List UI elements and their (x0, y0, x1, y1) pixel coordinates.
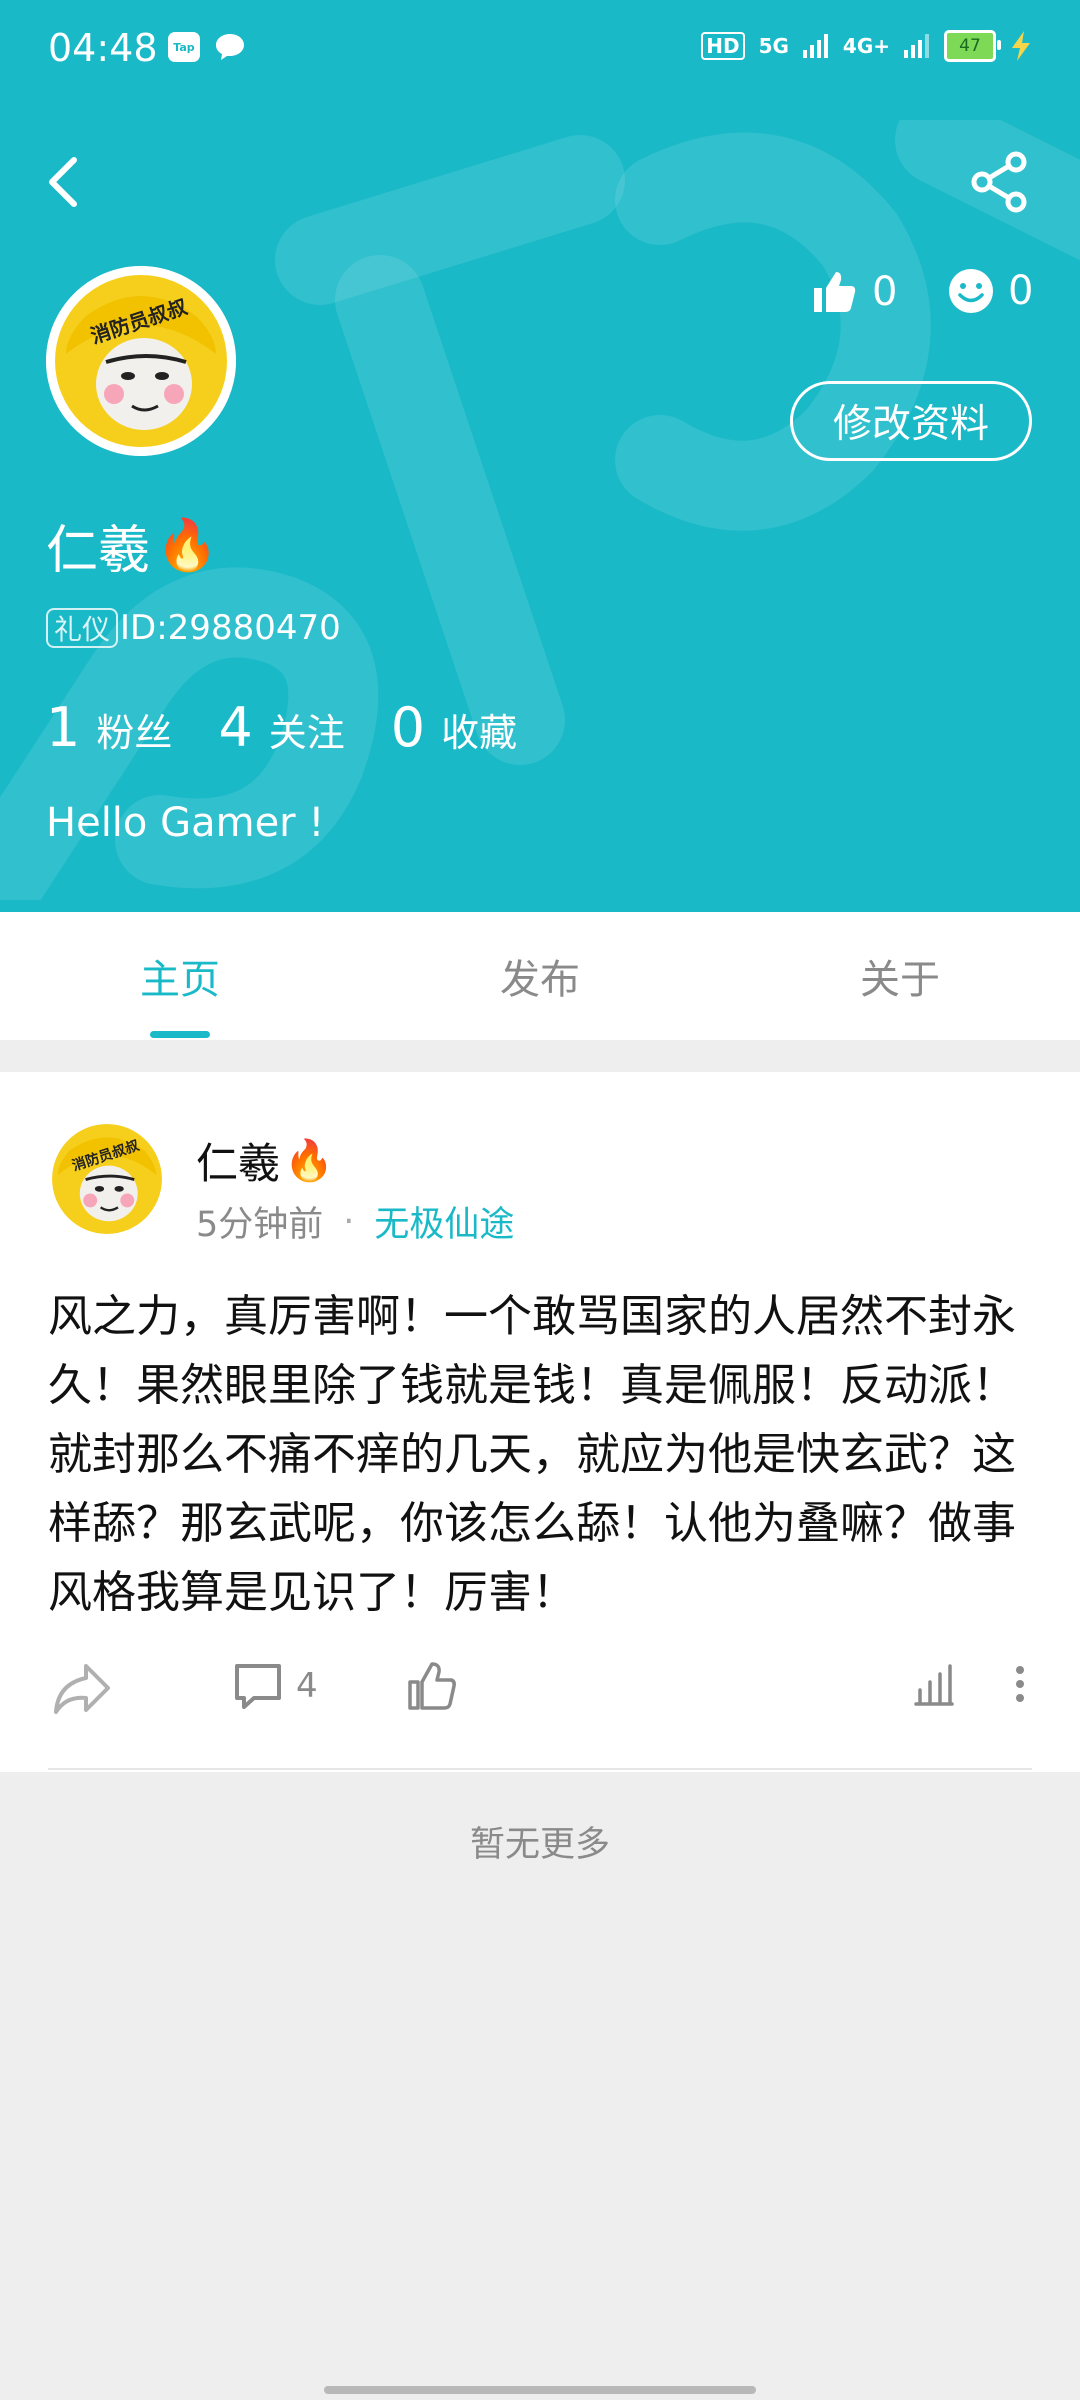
meta-separator: · (343, 1201, 355, 1242)
likes-stat[interactable]: 0 (810, 268, 897, 316)
likes-count: 0 (872, 269, 898, 315)
post-author[interactable]: 仁羲 🔥 (196, 1130, 334, 1191)
signal-icon (802, 34, 828, 58)
tab-posts[interactable]: 发布 (360, 912, 720, 1040)
profile-avatar[interactable]: 消防员叔叔 (46, 266, 236, 456)
smiles-stat[interactable]: 0 (948, 268, 1033, 314)
tab-about[interactable]: 关于 (720, 912, 1080, 1040)
firefighter-avatar-image: 消防员叔叔 (46, 266, 236, 456)
fans-count-item[interactable]: 1 粉丝 (46, 696, 172, 759)
fire-emoji-icon: 🔥 (156, 516, 219, 574)
etiquette-badge[interactable]: 礼仪 (46, 608, 119, 648)
username-text: 仁羲 (46, 521, 151, 581)
battery-icon: 47 (944, 30, 1001, 62)
tab-posts-label: 发布 (500, 957, 580, 1003)
smile-icon (949, 269, 993, 313)
profile-id: ID:29880470 (120, 608, 341, 648)
stats-icon (914, 1664, 954, 1706)
status-time: 04:48 (48, 26, 158, 70)
profile-counts: 1 粉丝 4 关注 0 收藏 (46, 696, 563, 759)
profile-bio: Hello Gamer ! (46, 800, 325, 846)
post-time: 5分钟前 (196, 1205, 324, 1245)
collection-count: 0 (390, 696, 426, 759)
forward-button[interactable] (52, 1660, 112, 1716)
taptap-notification-icon: Tap (168, 32, 200, 62)
comment-button[interactable]: 4 (232, 1660, 318, 1712)
more-button[interactable] (1010, 1660, 1030, 1708)
charging-icon (1012, 31, 1030, 61)
active-tab-indicator (150, 1031, 210, 1038)
following-label: 关注 (268, 711, 345, 755)
edit-profile-button[interactable]: 修改资料 (790, 381, 1032, 461)
post-card[interactable]: 消防员叔叔 仁羲 🔥 5分钟前 · 无极仙途 风之力，真厉害啊！一个敢骂国家的人… (0, 1072, 1080, 1772)
collection-label: 收藏 (441, 711, 518, 755)
following-count: 4 (218, 696, 253, 759)
tab-home-label: 主页 (140, 957, 220, 1003)
comment-count: 4 (296, 1666, 318, 1706)
comment-icon (235, 1664, 281, 1709)
like-button[interactable] (406, 1660, 458, 1712)
tab-about-label: 关于 (860, 957, 940, 1003)
fans-count: 1 (46, 696, 81, 759)
thumbs-up-icon (814, 272, 856, 312)
fans-label: 粉丝 (96, 711, 173, 755)
hd-indicator: HD (701, 32, 745, 60)
post-game-link[interactable]: 无极仙途 (374, 1196, 514, 1247)
profile-id-row: 礼仪 ID:29880470 (46, 608, 341, 648)
post-divider (48, 1768, 1032, 1770)
home-indicator-bar[interactable] (324, 2386, 756, 2394)
profile-tabs: 主页 发布 关于 (0, 912, 1080, 1040)
share-button[interactable] (968, 150, 1032, 214)
post-body[interactable]: 风之力，真厉害啊！一个敢骂国家的人居然不封永久！果然眼里除了钱就是钱！真是佩服！… (48, 1282, 1038, 1627)
smiles-count: 0 (1008, 268, 1034, 314)
tab-home[interactable]: 主页 (0, 912, 360, 1040)
post-author-name: 仁羲 (196, 1139, 281, 1188)
no-more-text: 暂无更多 (469, 1825, 610, 1865)
collection-count-item[interactable]: 0 收藏 (391, 696, 517, 759)
fire-emoji-icon: 🔥 (284, 1138, 334, 1184)
back-button[interactable] (40, 150, 90, 214)
profile-username: 仁羲 🔥 (46, 508, 218, 583)
post-actions: 4 (0, 1660, 1080, 1740)
following-count-item[interactable]: 4 关注 (218, 696, 344, 759)
status-system-icons: HD 5G 4G+ 47 (701, 30, 1032, 62)
signal-icon-2 (904, 34, 929, 58)
stats-button[interactable] (912, 1660, 956, 1708)
firefighter-avatar-image: 消防员叔叔 (52, 1124, 162, 1234)
profile-header: 04:48 Tap HD 5G 4G+ 47 消防员叔叔 0 0 修改资料 仁羲… (0, 0, 1080, 912)
post-meta: 5分钟前 · 无极仙途 (196, 1196, 514, 1247)
post-author-avatar[interactable]: 消防员叔叔 (52, 1124, 162, 1234)
chat-bubble-icon (216, 34, 244, 60)
share-icon (971, 151, 1027, 213)
status-notification-icons: Tap (168, 32, 246, 62)
status-bar: 04:48 Tap HD 5G 4G+ 47 (0, 0, 1080, 100)
network-4g-label: 4G+ (842, 34, 890, 58)
back-arrow-icon (49, 157, 77, 207)
thumbs-up-outline-icon (408, 1662, 456, 1710)
network-5g-label: 5G (758, 34, 789, 58)
forward-icon (54, 1664, 110, 1714)
more-vertical-icon (1016, 1666, 1024, 1702)
